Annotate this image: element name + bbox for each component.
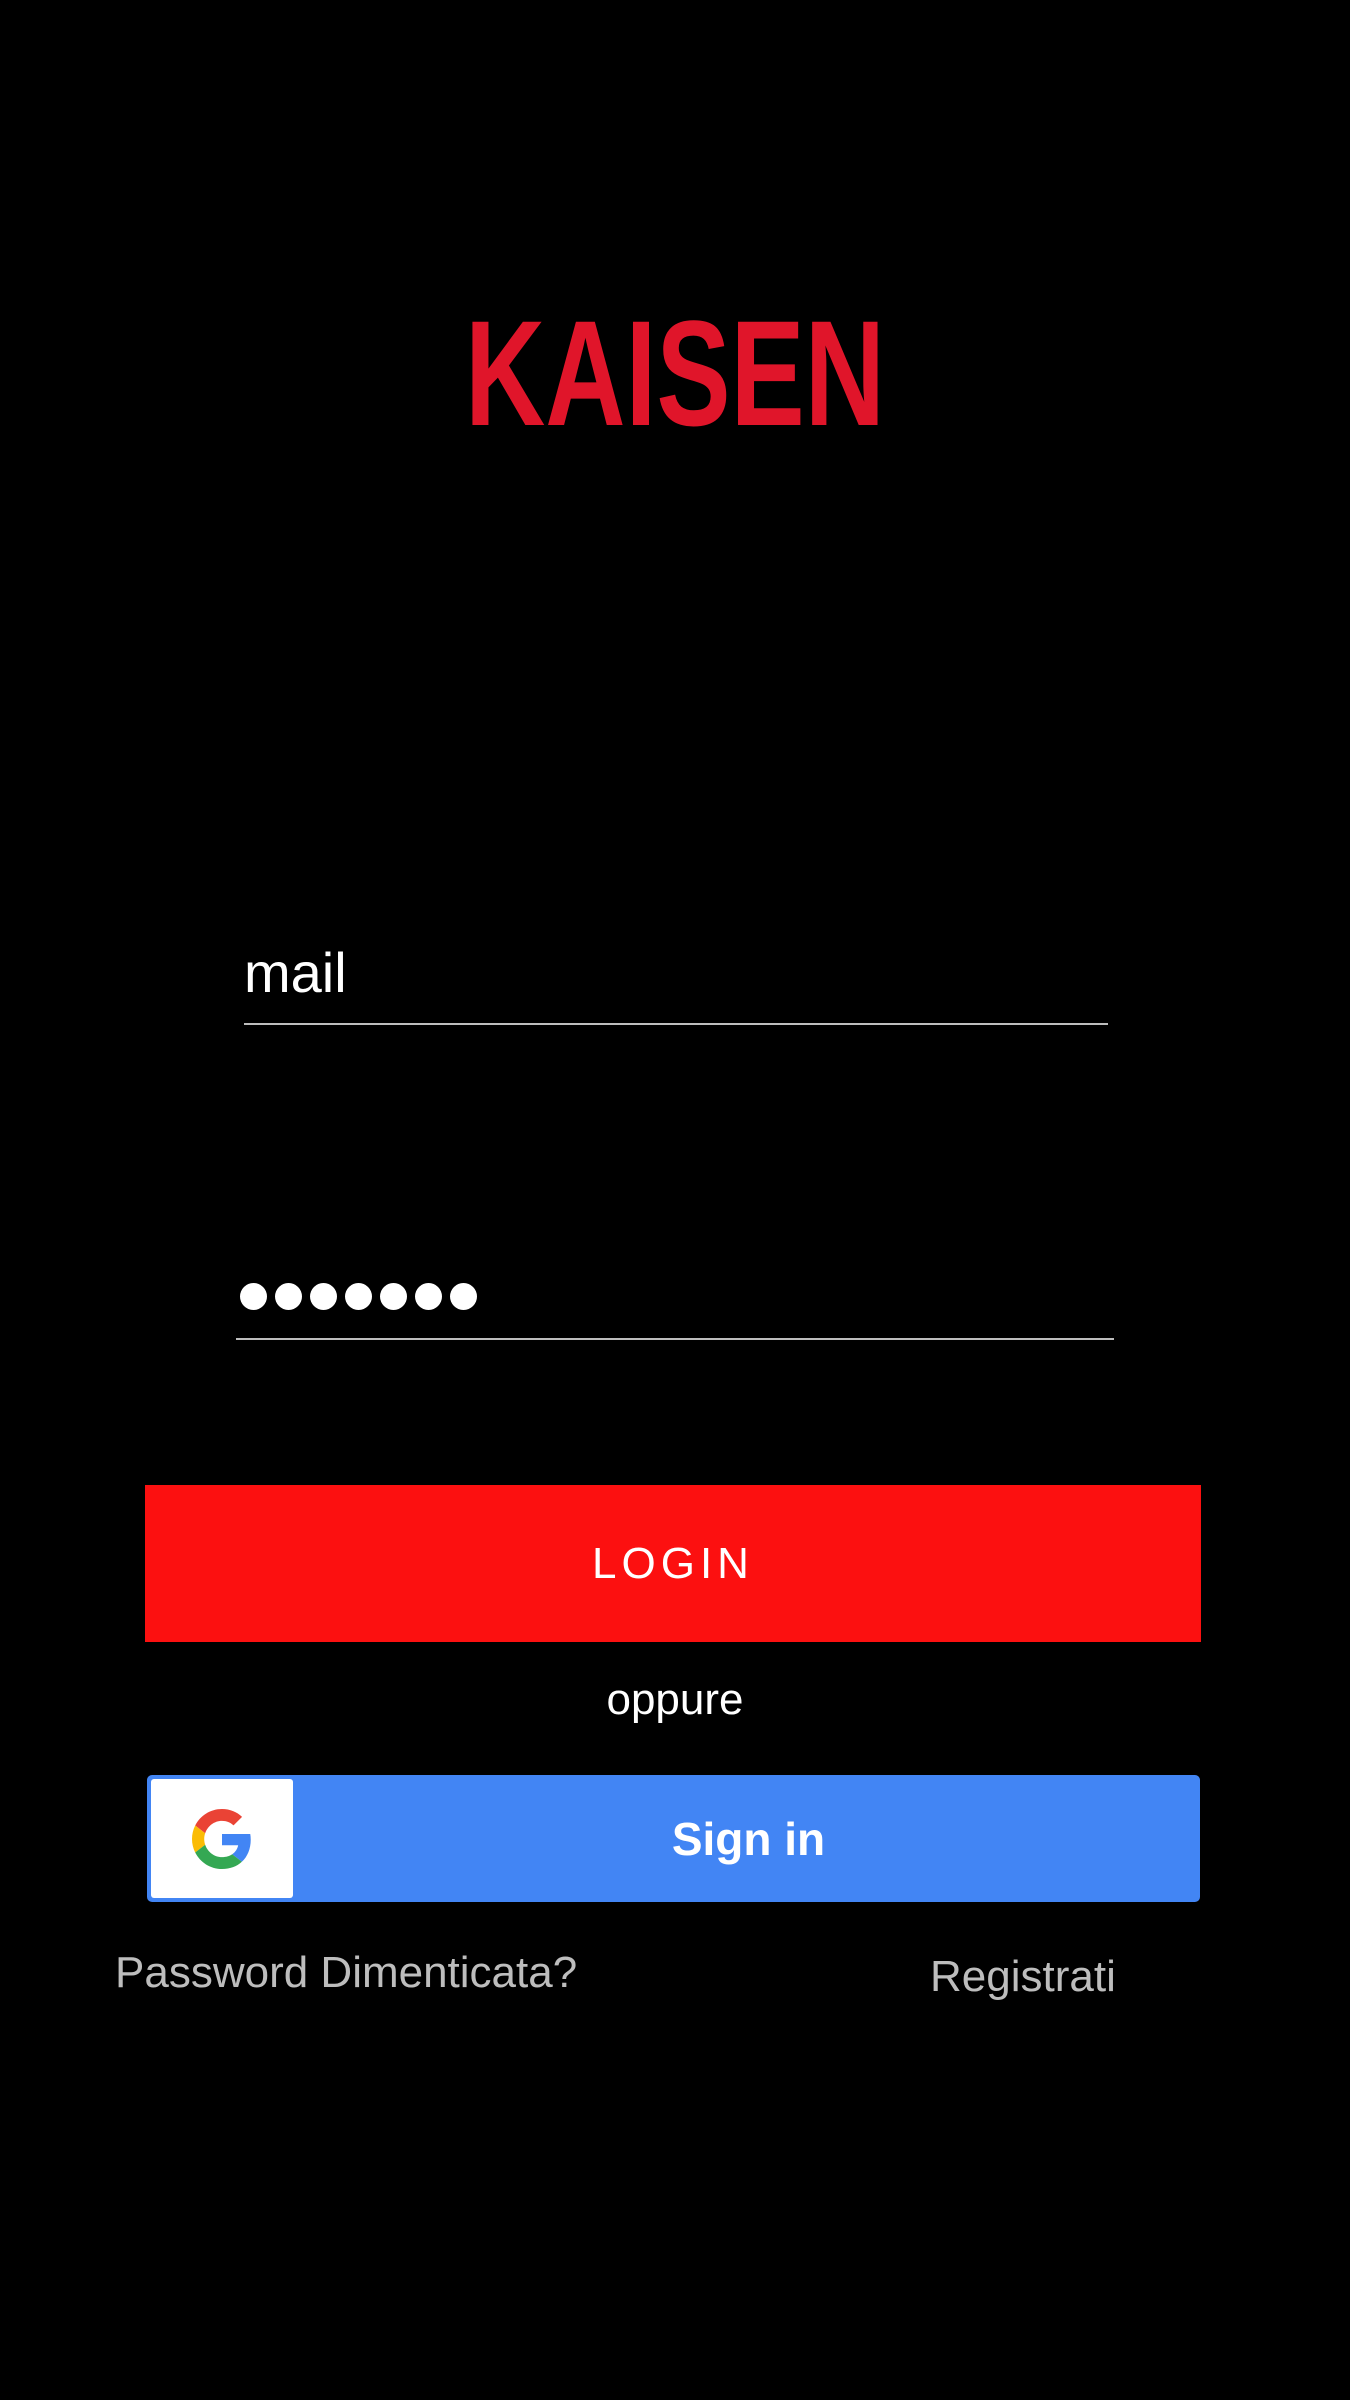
- app-logo: KAISEN: [460, 289, 890, 460]
- separator-text: oppure: [606, 1675, 744, 1724]
- google-sign-in-label: Sign in: [671, 1812, 826, 1865]
- google-g-icon: [192, 1808, 251, 1869]
- register-link[interactable]: Registrati: [930, 1952, 1116, 2002]
- password-mask-dot: [450, 1283, 477, 1310]
- password-mask-dot: [275, 1283, 302, 1310]
- password-mask-dot: [380, 1283, 407, 1310]
- password-mask-dot: [415, 1283, 442, 1310]
- kaisen-logo-icon: KAISEN: [465, 289, 885, 457]
- password-mask: [240, 1283, 477, 1310]
- login-button-label: LOGIN: [592, 1538, 754, 1588]
- login-button[interactable]: LOGIN: [145, 1485, 1201, 1642]
- forgot-password-link[interactable]: Password Dimenticata?: [115, 1948, 577, 1998]
- password-mask-dot: [240, 1283, 267, 1310]
- password-mask-dot: [345, 1283, 372, 1310]
- google-sign-in-button[interactable]: Sign in: [147, 1775, 1200, 1902]
- email-field-value: mail: [244, 941, 347, 1004]
- email-field[interactable]: mail: [244, 930, 1108, 1025]
- password-mask-dot: [310, 1283, 337, 1310]
- password-field[interactable]: [236, 1250, 1114, 1340]
- logo-text: KAISEN: [465, 289, 885, 457]
- google-icon-container: [151, 1779, 293, 1898]
